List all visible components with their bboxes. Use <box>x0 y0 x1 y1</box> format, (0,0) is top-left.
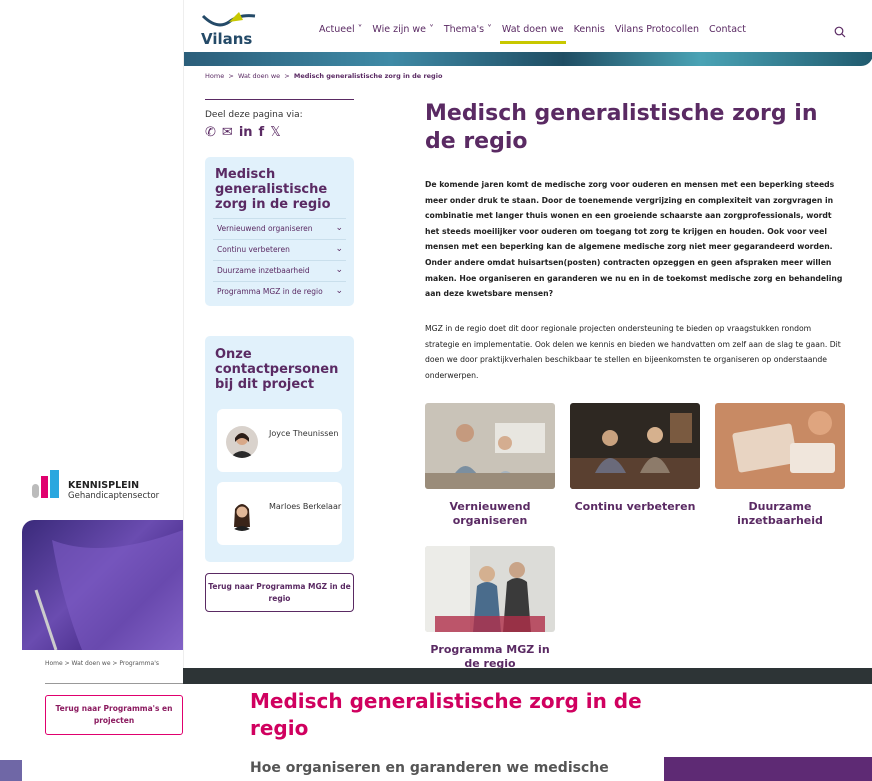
tile-image <box>570 403 700 489</box>
whatsapp-icon[interactable]: ✆ <box>205 125 216 140</box>
contact-name: Joyce Theunissen <box>269 429 339 438</box>
chevron-down-icon: ˅ <box>357 24 363 35</box>
chevron-down-icon: ˅ <box>487 24 492 35</box>
tile-label: Duurzame inzetbaarheid <box>737 500 823 527</box>
contact-card[interactable]: Marloes Berkelaar <box>217 482 342 545</box>
nav-label: Kennis <box>573 24 605 35</box>
breadcrumb-sep: > <box>228 72 234 80</box>
subnav-label: Programma MGZ in de regio <box>217 287 323 296</box>
chevron-down-icon[interactable]: ⌄ <box>335 223 343 233</box>
subnav-label: Vernieuwend organiseren <box>217 224 313 233</box>
divider <box>45 683 183 684</box>
person-photo <box>226 426 258 458</box>
nav-themas[interactable]: Thema's ˅ <box>439 24 497 35</box>
tile-label: Vernieuwend organiseren <box>449 500 531 527</box>
x-icon[interactable]: 𝕏 <box>270 125 280 140</box>
topic-tile[interactable]: Duurzame inzetbaarheid <box>715 403 845 528</box>
chevron-down-icon[interactable]: ⌄ <box>335 265 343 275</box>
divider <box>205 99 354 100</box>
mail-icon[interactable]: ✉ <box>222 125 233 140</box>
intro-paragraph: De komende jaren komt de medische zorg v… <box>425 180 843 299</box>
page-title: Medisch generalistische zorg in de regio <box>425 101 818 154</box>
chevron-down-icon: ˅ <box>429 24 434 35</box>
subnav-continu-verbeteren[interactable]: Continu verbeteren ⌄ <box>213 239 346 260</box>
subnav-vernieuwend-organiseren[interactable]: Vernieuwend organiseren ⌄ <box>213 218 346 239</box>
background-purple-block <box>664 757 872 781</box>
topic-tile[interactable]: Programma MGZ in de regio <box>425 546 555 668</box>
nav-label: Vilans Protocollen <box>614 24 700 35</box>
back-to-programs-button[interactable]: Terug naar Programma's en projecten <box>45 695 183 735</box>
vilans-logo[interactable]: Vilans <box>199 10 269 50</box>
nav-kennis[interactable]: Kennis <box>569 24 610 35</box>
tile-label: Continu verbeteren <box>574 500 696 513</box>
tile-photo <box>570 403 700 489</box>
tile-image <box>715 403 845 489</box>
main-nav: Actueel ˅ Wie zijn we ˅ Thema's ˅ Wat do… <box>314 24 751 44</box>
section-nav: Medisch generalistische zorg in de regio… <box>205 157 354 306</box>
background-page-subtitle: Hoe organiseren en garanderen we medisch… <box>250 760 609 776</box>
breadcrumb-sep: > <box>284 72 290 80</box>
tile-image <box>425 403 555 489</box>
share-label: Deel deze pagina via: <box>205 110 303 120</box>
share-icons: ✆ ✉ in f 𝕏 <box>205 125 281 140</box>
nav-label: Actueel <box>319 24 355 35</box>
facebook-icon[interactable]: f <box>259 125 265 140</box>
flag-image <box>34 530 183 651</box>
header-banner <box>184 52 872 66</box>
subnav-label: Continu verbeteren <box>217 245 290 254</box>
vilans-bird-icon <box>201 12 256 27</box>
subnav-duurzame-inzetbaarheid[interactable]: Duurzame inzetbaarheid ⌄ <box>213 260 346 281</box>
person-photo <box>226 499 258 531</box>
nav-wat-doen-we[interactable]: Wat doen we <box>497 24 569 44</box>
avatar <box>226 499 258 531</box>
nav-label: Wat doen we <box>501 24 564 35</box>
tile-label: Programma MGZ in de regio <box>430 643 550 668</box>
breadcrumb-home[interactable]: Home <box>205 72 224 80</box>
chevron-down-icon[interactable]: ⌄ <box>335 244 343 254</box>
topic-tile[interactable]: Vernieuwend organiseren <box>425 403 555 528</box>
nav-label: Contact <box>709 24 746 35</box>
chevron-down-icon[interactable]: ⌄ <box>335 286 343 296</box>
kennisplein-subtitle: Gehandicaptensector <box>68 491 160 501</box>
tile-photo <box>425 546 555 632</box>
back-to-programma-button[interactable]: Terug naar Programma MGZ in de regio <box>205 573 354 612</box>
background-window: KENNISPLEIN Gehandicaptensector Home > W… <box>0 468 183 758</box>
background-page-title: Medisch generalistische zorg in de regio <box>250 689 642 740</box>
overlapping-window-edge <box>183 668 872 684</box>
hero-image <box>22 520 183 651</box>
contact-card[interactable]: Joyce Theunissen <box>217 409 342 472</box>
breadcrumb: Home > Wat doen we > Programma's <box>45 660 159 667</box>
kennisplein-mark-icon <box>32 470 59 498</box>
kennisplein-title: KENNISPLEIN <box>68 480 140 491</box>
body-paragraph: MGZ in de regio doet dit door regionale … <box>425 324 841 380</box>
subnav-programma-mgz[interactable]: Programma MGZ in de regio ⌄ <box>213 281 346 306</box>
logo-text: Vilans <box>201 30 253 48</box>
linkedin-icon[interactable]: in <box>239 125 253 140</box>
section-nav-heading: Medisch generalistische zorg in de regio <box>215 167 331 212</box>
background-purple-block <box>0 760 22 781</box>
nav-vilans-protocollen[interactable]: Vilans Protocollen <box>610 24 704 35</box>
breadcrumb-parent[interactable]: Wat doen we <box>238 72 280 80</box>
tile-photo <box>715 403 845 489</box>
topic-tile[interactable]: Continu verbeteren <box>570 403 700 514</box>
site-header: Vilans Actueel ˅ Wie zijn we ˅ Thema's ˅… <box>184 0 872 66</box>
nav-label: Thema's <box>443 24 485 35</box>
avatar <box>226 426 258 458</box>
contact-name: Marloes Berkelaar <box>269 502 342 511</box>
contacts-panel: Onze contactpersonen bij dit project Joy… <box>205 336 354 562</box>
nav-actueel[interactable]: Actueel ˅ <box>314 24 367 35</box>
breadcrumb: Home > Wat doen we > Medisch generalisti… <box>205 72 442 80</box>
nav-wie-zijn-we[interactable]: Wie zijn we ˅ <box>367 24 438 35</box>
breadcrumb-current: Medisch generalistische zorg in de regio <box>293 72 443 80</box>
tile-photo <box>425 403 555 489</box>
nav-contact[interactable]: Contact <box>704 24 751 35</box>
nav-label: Wie zijn we <box>372 24 427 35</box>
contacts-heading: Onze contactpersonen bij dit project <box>215 347 339 392</box>
search-icon[interactable] <box>834 26 846 38</box>
tile-image <box>425 546 555 632</box>
subnav-label: Duurzame inzetbaarheid <box>217 266 310 275</box>
main-window: Vilans Actueel ˅ Wie zijn we ˅ Thema's ˅… <box>183 0 872 668</box>
